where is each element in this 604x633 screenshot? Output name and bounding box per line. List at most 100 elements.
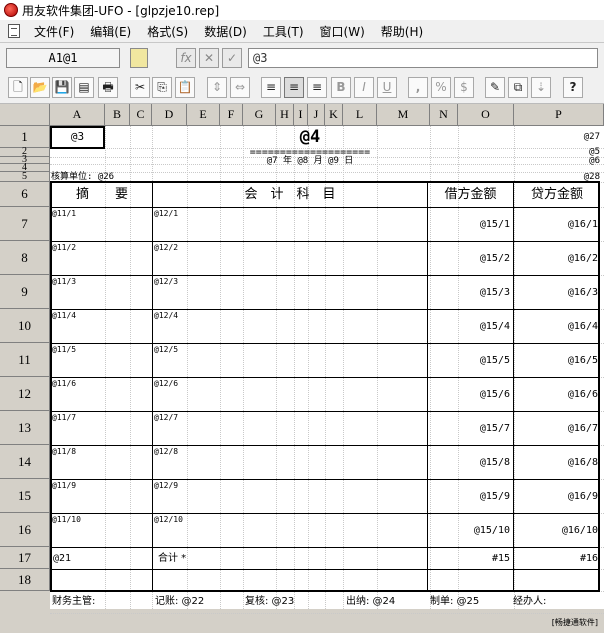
formula-input[interactable]: @3: [248, 48, 598, 68]
row-header[interactable]: 17: [0, 547, 50, 569]
title-bar: 用友软件集团-UFO - [glpzje10.rep]: [0, 0, 604, 20]
copy-icon[interactable]: ⎘: [152, 77, 172, 98]
column-header[interactable]: L: [343, 104, 377, 126]
header-account: 会 计 科 目: [244, 187, 336, 202]
select-all-corner[interactable]: [0, 104, 50, 126]
column-header[interactable]: N: [430, 104, 458, 126]
bold-icon[interactable]: B: [331, 77, 351, 98]
entry-account: @12/9: [154, 481, 179, 490]
entry-summary: @11/8: [52, 447, 77, 456]
column-header[interactable]: G: [243, 104, 276, 126]
row-header[interactable]: 12: [0, 377, 50, 411]
align-right-icon[interactable]: ≡: [307, 77, 327, 98]
row-header[interactable]: 9: [0, 275, 50, 309]
header-debit: 借方金额: [444, 187, 497, 202]
print-icon[interactable]: 🖶: [98, 77, 118, 98]
row-header[interactable]: 1: [0, 126, 50, 148]
menu-data[interactable]: 数据(D): [196, 23, 255, 40]
wizard-icon[interactable]: ✎: [485, 77, 505, 98]
entry-account: @12/1: [154, 209, 179, 218]
new-icon[interactable]: 🗋: [8, 77, 28, 98]
formula-bar: A1@1 fx ✕ ✓ @3: [0, 43, 604, 73]
column-header[interactable]: P: [514, 104, 604, 126]
col-width-icon[interactable]: ⇔: [230, 77, 250, 98]
column-header[interactable]: C: [130, 104, 152, 126]
row-header[interactable]: 16: [0, 513, 50, 547]
italic-icon[interactable]: I: [354, 77, 374, 98]
row-header[interactable]: 18: [0, 569, 50, 591]
column-header[interactable]: B: [105, 104, 130, 126]
column-header[interactable]: F: [220, 104, 243, 126]
align-left-icon[interactable]: ≡: [261, 77, 281, 98]
percent-format-icon[interactable]: %: [431, 77, 451, 98]
entry-summary: @11/10: [52, 515, 81, 524]
report-grid[interactable]: @3 @4 @27 ==================== @5 @7 年 @8 月 @…: [50, 126, 604, 627]
entry-account: @12/2: [154, 243, 179, 252]
column-header[interactable]: K: [325, 104, 343, 126]
comma-format-icon[interactable]: ,: [408, 77, 428, 98]
column-header[interactable]: O: [458, 104, 514, 126]
group-icon[interactable]: ⧉: [508, 77, 528, 98]
open-icon[interactable]: 📂: [30, 77, 50, 98]
app-logo-icon: [4, 3, 18, 17]
cell-reference-box[interactable]: A1@1: [6, 48, 120, 68]
column-header[interactable]: E: [187, 104, 220, 126]
row-header[interactable]: 8: [0, 241, 50, 275]
entry-debit: @15/2: [479, 253, 510, 264]
column-header[interactable]: M: [377, 104, 430, 126]
entry-credit: @16/4: [567, 321, 598, 332]
row-height-icon[interactable]: ⇕: [207, 77, 227, 98]
row-header[interactable]: 5: [0, 172, 50, 182]
cut-icon[interactable]: ✂: [130, 77, 150, 98]
entry-account: @12/10: [154, 515, 183, 524]
cancel-edit-button[interactable]: ✕: [199, 48, 219, 68]
column-header[interactable]: A: [50, 104, 105, 126]
row-header[interactable]: 14: [0, 445, 50, 479]
print-preview-icon[interactable]: ▤: [74, 77, 94, 98]
align-center-icon[interactable]: ≡: [284, 77, 304, 98]
formula-list-icon[interactable]: [130, 48, 148, 68]
currency-format-icon[interactable]: $: [454, 77, 474, 98]
entry-account: @12/5: [154, 345, 179, 354]
cell-p1-value: @27: [583, 132, 600, 142]
menu-format[interactable]: 格式(S): [139, 23, 196, 40]
entry-account: @12/4: [154, 311, 179, 320]
entry-summary: @11/5: [52, 345, 77, 354]
save-icon[interactable]: 💾: [52, 77, 72, 98]
menu-file[interactable]: 文件(F): [26, 23, 82, 40]
report-date: @7 年 @8 月 @9 日: [266, 156, 354, 166]
help-icon[interactable]: ?: [563, 77, 583, 98]
menu-edit[interactable]: 编辑(E): [82, 23, 139, 40]
underline-icon[interactable]: U: [377, 77, 397, 98]
column-header[interactable]: I: [294, 104, 308, 126]
row-header[interactable]: 7: [0, 207, 50, 241]
footer-vendor: [畅捷通软件]: [551, 618, 598, 627]
row-header[interactable]: 13: [0, 411, 50, 445]
function-button[interactable]: fx: [176, 48, 196, 68]
column-header[interactable]: J: [308, 104, 325, 126]
paste-icon[interactable]: 📋: [175, 77, 195, 98]
menu-help[interactable]: 帮助(H): [373, 23, 431, 40]
menu-window[interactable]: 窗口(W): [312, 23, 373, 40]
entry-account: @12/7: [154, 413, 179, 422]
entry-summary: @11/2: [52, 243, 77, 252]
entry-debit: @15/1: [479, 219, 510, 230]
entry-credit: @16/9: [567, 491, 598, 502]
entry-debit: @15/5: [479, 355, 510, 366]
confirm-edit-button[interactable]: ✓: [222, 48, 242, 68]
row-header[interactable]: 11: [0, 343, 50, 377]
total-label: 合计 *: [158, 553, 187, 564]
entry-credit: @16/10: [561, 525, 598, 536]
entry-account: @12/6: [154, 379, 179, 388]
column-header[interactable]: H: [276, 104, 294, 126]
menu-tools[interactable]: 工具(T): [255, 23, 312, 40]
header-summary: 摘 要: [75, 187, 128, 202]
row-header[interactable]: 15: [0, 479, 50, 513]
entry-debit: @15/3: [479, 287, 510, 298]
row-header[interactable]: 10: [0, 309, 50, 343]
entry-credit: @16/8: [567, 457, 598, 468]
row-header[interactable]: 6: [0, 182, 50, 207]
document-icon[interactable]: [8, 24, 20, 38]
column-header[interactable]: D: [152, 104, 187, 126]
sort-icon[interactable]: ⇣: [531, 77, 551, 98]
